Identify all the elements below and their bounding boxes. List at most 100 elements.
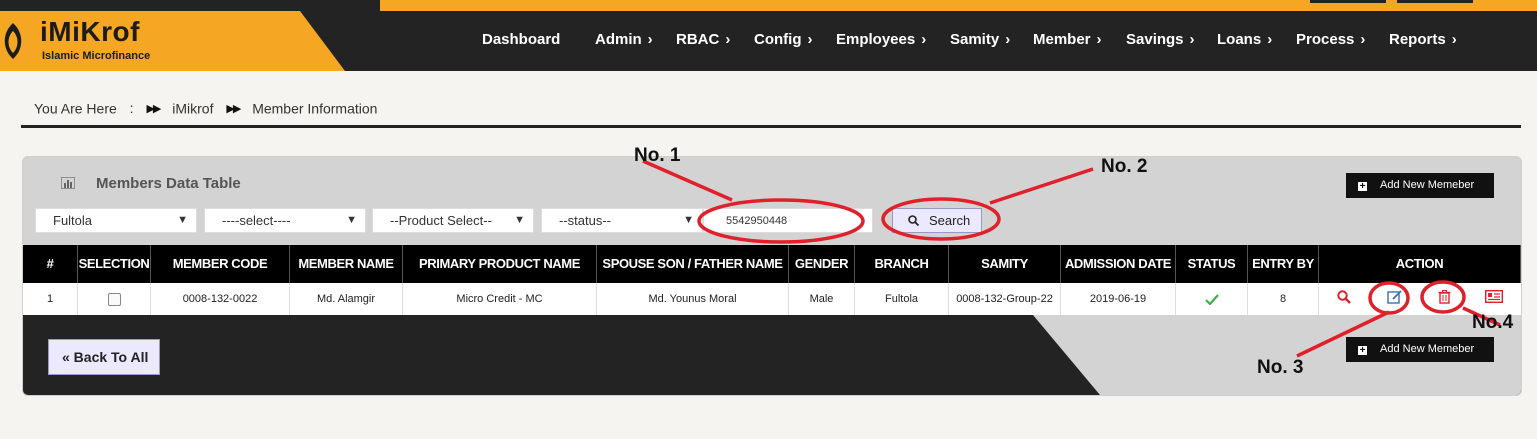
check-icon — [1204, 293, 1219, 306]
search-button[interactable]: Search — [892, 208, 982, 233]
header-top-box — [1310, 0, 1386, 3]
bar-chart-icon — [61, 177, 75, 189]
delete-icon[interactable] — [1438, 290, 1451, 304]
samity-select-value: ----select---- — [222, 213, 291, 228]
dropdown-arrow-icon: ▼ — [177, 214, 188, 226]
top-header: iMiKrof Islamic Microfinance Dashboard Ad… — [0, 0, 1537, 71]
edit-icon[interactable] — [1387, 290, 1402, 304]
samity-select[interactable]: ----select---- ▼ — [204, 208, 366, 233]
app-subtitle: Islamic Microfinance — [42, 50, 151, 62]
branch-select[interactable]: Fultola ▼ — [35, 208, 197, 233]
add-new-member-label: Add New Memeber — [1380, 179, 1475, 191]
column-header[interactable]: BRANCH — [855, 245, 949, 283]
annotation-label-1: No. 1 — [634, 145, 681, 166]
view-icon[interactable] — [1337, 290, 1351, 304]
status-select[interactable]: --status-- ▼ — [541, 208, 703, 233]
chevron-right-icon: › — [807, 31, 813, 48]
back-to-all-button[interactable]: « Back To All — [48, 339, 160, 375]
breadcrumb: You Are Here : ▶▶ iMikrof ▶▶ Member Info… — [34, 99, 377, 116]
dropdown-arrow-icon: ▼ — [683, 214, 694, 226]
guardian-name: Md. Younus Moral — [597, 283, 789, 315]
chevron-right-icon: › — [1096, 31, 1102, 48]
column-header[interactable]: SELECTION — [78, 245, 151, 283]
column-header[interactable]: PRIMARY PRODUCT NAME — [403, 245, 597, 283]
id-card-icon[interactable] — [1485, 290, 1503, 303]
column-header[interactable]: SAMITY — [949, 245, 1061, 283]
nav-item-employees[interactable]: Employees › — [836, 31, 926, 48]
dropdown-arrow-icon: ▼ — [514, 214, 525, 226]
nav-item-label: Admin — [595, 31, 642, 48]
chevron-right-icon: › — [921, 31, 927, 48]
breadcrumb-item-current: Member Information — [252, 100, 378, 117]
nav-item-samity[interactable]: Samity › — [950, 31, 1010, 48]
chevron-right-icon: › — [725, 31, 731, 48]
add-new-member-label: Add New Memeber — [1380, 343, 1475, 355]
nav-item-admin[interactable]: Admin › — [595, 31, 653, 48]
nav-item-process[interactable]: Process › — [1296, 31, 1365, 48]
dropdown-arrow-icon: ▼ — [346, 214, 357, 226]
breadcrumb-item-home[interactable]: iMikrof — [172, 100, 213, 116]
member-name: Md. Alamgir — [290, 283, 403, 315]
status-select-value: --status-- — [559, 213, 611, 228]
add-new-member-button-bottom[interactable]: + Add New Memeber — [1346, 337, 1494, 362]
row-checkbox — [78, 283, 151, 315]
status-icon — [1176, 283, 1248, 315]
branch-select-value: Fultola — [53, 213, 93, 228]
breadcrumb-divider — [21, 125, 1521, 128]
panel-title: Members Data Table — [96, 175, 241, 192]
nav-item-member[interactable]: Member › — [1033, 31, 1102, 48]
nav-item-label: Config — [754, 31, 802, 48]
chevron-right-icon: › — [1005, 31, 1011, 48]
breadcrumb-separator-icon: ▶▶ — [146, 102, 161, 115]
column-header[interactable]: # — [23, 245, 78, 283]
admission-date: 2019-06-19 — [1061, 283, 1176, 315]
chevron-right-icon: › — [1451, 31, 1457, 48]
column-header[interactable]: GENDER — [789, 245, 855, 283]
branch: Fultola — [855, 283, 949, 315]
column-header[interactable]: ACTION — [1319, 245, 1521, 283]
nav-item-loans[interactable]: Loans › — [1217, 31, 1272, 48]
entry-by: 8 — [1248, 283, 1319, 315]
nav-item-rbac[interactable]: RBAC › — [676, 31, 730, 48]
selection-checkbox[interactable] — [107, 292, 121, 306]
nav-item-label: Dashboard — [482, 31, 561, 48]
product-select-value: --Product Select-- — [390, 213, 492, 228]
breadcrumb-prefix: You Are Here — [34, 100, 117, 117]
nav-item-label: Member — [1033, 31, 1091, 48]
nav-item-label: RBAC — [676, 31, 720, 48]
row-index: 1 — [23, 283, 78, 315]
annotation-label-4: No.4 — [1472, 312, 1514, 333]
annotation-label-3: No. 3 — [1257, 357, 1304, 378]
chevron-right-icon: › — [1360, 31, 1366, 48]
member-search-input[interactable]: 5542950448 — [703, 208, 873, 233]
nav-item-label: Process — [1296, 31, 1355, 48]
column-header[interactable]: SPOUSE SON / FATHER NAME — [597, 245, 789, 283]
nav-item-savings[interactable]: Savings › — [1126, 31, 1195, 48]
primary-product: Micro Credit - MC — [403, 283, 597, 315]
samity: 0008-132-Group-22 — [949, 283, 1061, 315]
app-name[interactable]: iMiKrof — [40, 16, 140, 48]
gender: Male — [789, 283, 855, 315]
column-header[interactable]: ADMISSION DATE — [1061, 245, 1176, 283]
product-select[interactable]: --Product Select-- ▼ — [372, 208, 534, 233]
nav-item-dashboard[interactable]: Dashboard — [482, 31, 560, 48]
chevron-right-icon: › — [1189, 31, 1195, 48]
column-header[interactable]: STATUS — [1176, 245, 1248, 283]
column-header[interactable]: MEMBER CODE — [151, 245, 290, 283]
chevron-right-icon: › — [1267, 31, 1273, 48]
nav-item-label: Reports — [1389, 31, 1446, 48]
header-top-strip — [380, 0, 1537, 11]
nav-item-label: Savings — [1126, 31, 1184, 48]
breadcrumb-colon: : — [129, 100, 134, 117]
search-button-label: Search — [929, 213, 971, 228]
nav-item-config[interactable]: Config › — [754, 31, 812, 48]
plus-icon: + — [1358, 345, 1367, 356]
header-top-box — [1397, 0, 1473, 3]
nav-item-reports[interactable]: Reports › — [1389, 31, 1457, 48]
column-header[interactable]: MEMBER NAME — [290, 245, 403, 283]
nav-item-label: Loans — [1217, 31, 1262, 48]
nav-item-label: Employees — [836, 31, 916, 48]
column-header[interactable]: ENTRY BY — [1248, 245, 1319, 283]
search-icon — [908, 215, 920, 227]
add-new-member-button[interactable]: + Add New Memeber — [1346, 173, 1494, 198]
